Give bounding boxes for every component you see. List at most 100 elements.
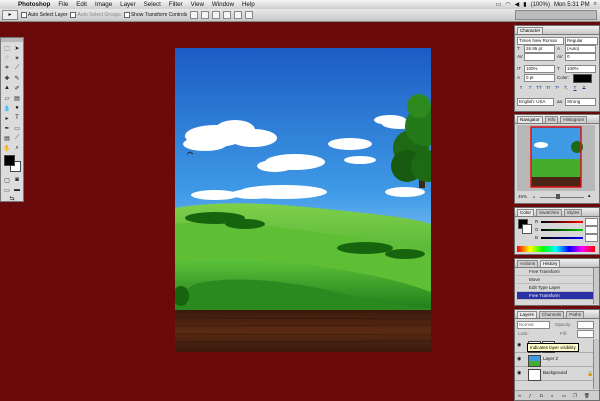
tab-actions[interactable]: Actions <box>517 260 539 267</box>
dodge-tool-icon[interactable]: ● <box>13 104 21 112</box>
spotlight-icon[interactable]: ⌕ <box>594 1 597 8</box>
leading-field[interactable]: (Auto) <box>565 45 596 53</box>
language-select[interactable]: English: USA <box>517 98 554 106</box>
zoom-tool-icon[interactable]: ⌕ <box>13 144 21 152</box>
zoom-slider-thumb[interactable] <box>556 194 560 199</box>
tab-swatches[interactable]: Swatches <box>535 209 562 216</box>
menu-help[interactable]: Help <box>238 0 259 9</box>
zoom-out-icon[interactable]: ▵ <box>533 194 535 200</box>
brushes-palette-well[interactable] <box>515 10 597 20</box>
tab-history[interactable]: History <box>540 260 561 267</box>
align-center-icon[interactable] <box>234 11 243 19</box>
volume-icon[interactable]: ◀ <box>515 1 520 8</box>
fill-field[interactable] <box>577 330 594 338</box>
toolbox-title-bar[interactable] <box>1 38 23 42</box>
blur-tool-icon[interactable]: 💧 <box>3 104 11 112</box>
gradient-tool-icon[interactable]: ▤ <box>13 94 21 102</box>
eye-icon[interactable]: ◉ <box>517 371 522 376</box>
marquee-tool-icon[interactable]: ⬚ <box>3 44 11 52</box>
tab-navigator[interactable]: Navigator <box>517 116 543 123</box>
faux-bold-button[interactable]: T <box>518 86 524 92</box>
type-tool-icon[interactable]: T <box>13 114 21 122</box>
tab-color[interactable]: Color <box>517 209 534 216</box>
strikethrough-button[interactable]: T <box>581 86 587 92</box>
history-row[interactable]: Free Transform <box>517 268 597 276</box>
clock[interactable]: Mon 5:31 PM <box>554 2 590 8</box>
small-caps-button[interactable]: Tr <box>545 86 551 92</box>
move-tool-preset-icon[interactable]: ▸ <box>2 10 18 20</box>
menu-edit[interactable]: Edit <box>72 0 91 9</box>
brush-tool-icon[interactable]: ✎ <box>13 74 21 82</box>
path-selection-tool-icon[interactable]: ▸ <box>3 114 11 122</box>
quick-mask-mode-icon[interactable]: ◙ <box>13 176 21 184</box>
history-brush-tool-icon[interactable]: ✐ <box>13 84 21 92</box>
color-ramp[interactable] <box>517 246 595 252</box>
new-layer-icon[interactable]: ❐ <box>573 393 577 399</box>
eyedropper-tool-icon[interactable]: ⟋ <box>13 134 21 142</box>
jump-to-imageready-icon[interactable]: ⇆ <box>8 194 16 202</box>
layer-style-icon[interactable]: ƒ <box>529 393 532 398</box>
screen-mode-standard-icon[interactable]: ▭ <box>3 186 11 194</box>
link-layers-icon[interactable]: ∞ <box>518 393 521 398</box>
eye-icon[interactable]: ◉ <box>517 357 522 362</box>
clone-stamp-tool-icon[interactable]: ▲ <box>3 84 11 92</box>
auto-select-layer-checkbox[interactable]: Auto Select Layer <box>21 12 67 18</box>
history-row-selected[interactable]: Free Transform <box>517 292 597 300</box>
underline-button[interactable]: T <box>572 86 578 92</box>
menu-select[interactable]: Select <box>140 0 165 9</box>
red-slider[interactable] <box>541 221 583 223</box>
lasso-tool-icon[interactable]: ◌ <box>3 54 11 62</box>
align-top-icon[interactable] <box>190 11 199 19</box>
blend-mode-select[interactable]: Normal <box>517 321 550 329</box>
notes-tool-icon[interactable]: ▤ <box>3 134 11 142</box>
green-value-field[interactable] <box>585 226 598 234</box>
tracking-field[interactable]: 0 <box>565 53 596 61</box>
tab-histogram[interactable]: Histogram <box>560 116 588 123</box>
wifi-icon[interactable]: ◠ <box>505 1 510 8</box>
layers-scrollbar[interactable] <box>593 339 599 389</box>
tab-channels[interactable]: Channels <box>538 311 565 318</box>
menu-filter[interactable]: Filter <box>165 0 187 9</box>
all-caps-button[interactable]: TT <box>536 86 542 92</box>
menu-view[interactable]: View <box>187 0 208 9</box>
pen-tool-icon[interactable]: ✒ <box>3 124 11 132</box>
menu-file[interactable]: File <box>54 0 72 9</box>
add-mask-icon[interactable]: ◘ <box>540 393 543 398</box>
blue-slider[interactable] <box>541 237 583 239</box>
show-transform-controls-checkbox[interactable]: Show Transform Controls <box>123 12 187 18</box>
history-row[interactable]: Move <box>517 276 597 284</box>
zoom-slider[interactable] <box>540 197 584 198</box>
layer-row[interactable]: ◉ Layer 2 <box>515 353 599 367</box>
standard-mode-icon[interactable]: ▢ <box>3 176 11 184</box>
menu-image[interactable]: Image <box>91 0 116 9</box>
tab-styles[interactable]: Styles <box>563 209 583 216</box>
kerning-field[interactable] <box>524 53 555 61</box>
zoom-in-icon[interactable]: ▲ <box>587 193 591 198</box>
align-right-icon[interactable] <box>245 11 254 19</box>
layer-row[interactable]: ◉ Background 🔒 <box>515 367 599 381</box>
align-bottom-icon[interactable] <box>212 11 221 19</box>
crop-tool-icon[interactable]: ⌗ <box>3 64 11 72</box>
slice-tool-icon[interactable]: ⟋ <box>13 64 21 72</box>
superscript-button[interactable]: T¹ <box>554 86 560 92</box>
history-scrollbar[interactable] <box>593 268 599 304</box>
history-row[interactable]: Edit Type Layer <box>517 284 597 292</box>
new-group-icon[interactable]: ▭ <box>562 393 566 399</box>
menu-layer[interactable]: Layer <box>116 0 139 9</box>
font-size-field[interactable]: 26.95 pt <box>524 45 555 53</box>
subscript-button[interactable]: T, <box>563 86 569 92</box>
foreground-color-swatch[interactable] <box>4 155 15 166</box>
faux-italic-button[interactable]: T <box>527 86 533 92</box>
document-canvas[interactable] <box>175 48 431 352</box>
anti-alias-select[interactable]: Strong <box>565 98 596 106</box>
hand-tool-icon[interactable]: ✋ <box>3 144 11 152</box>
eraser-tool-icon[interactable]: ▱ <box>3 94 11 102</box>
move-tool-icon[interactable]: ➤ <box>13 44 21 52</box>
tab-paths[interactable]: Paths <box>566 311 584 318</box>
menu-window[interactable]: Window <box>208 0 238 9</box>
auto-select-groups-checkbox[interactable]: Auto Select Groups <box>70 12 121 18</box>
blue-value-field[interactable] <box>585 234 598 242</box>
adjustment-layer-icon[interactable]: ◐ <box>551 393 554 398</box>
navigator-zoom-value[interactable]: 45% <box>518 194 527 199</box>
healing-brush-tool-icon[interactable]: ✚ <box>3 74 11 82</box>
